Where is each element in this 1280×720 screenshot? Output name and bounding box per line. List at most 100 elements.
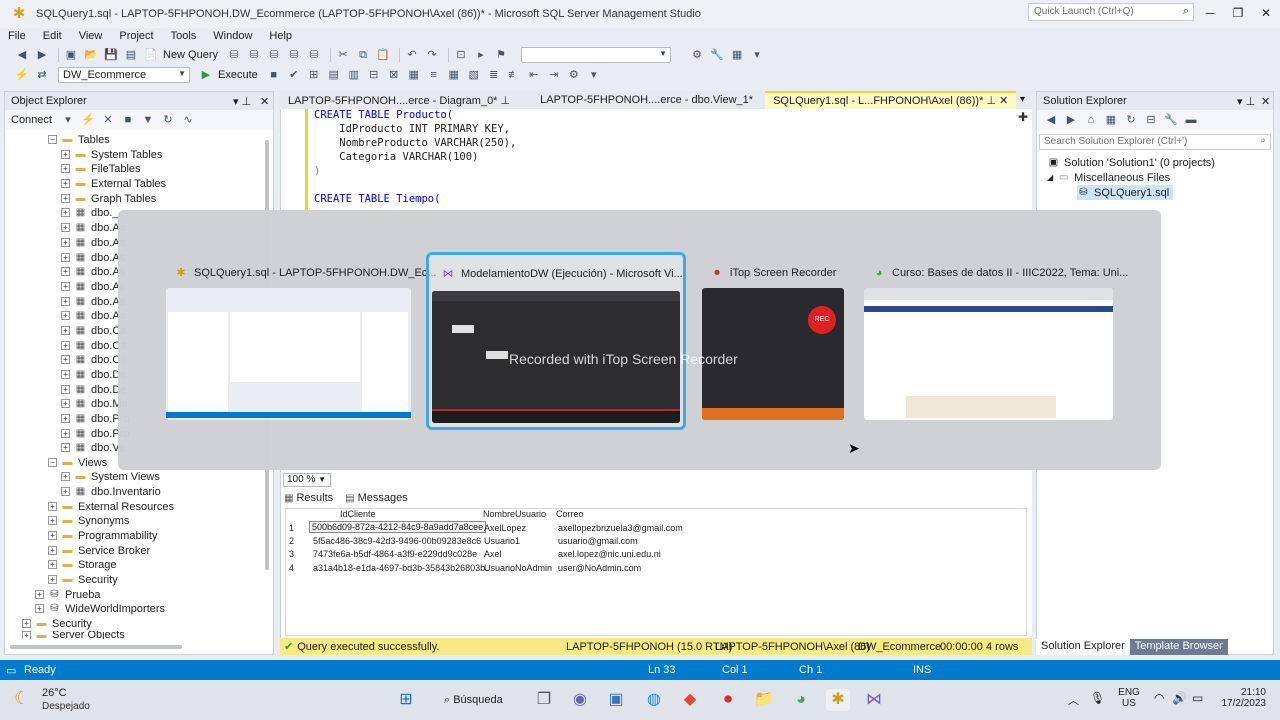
expand-icon[interactable]: + xyxy=(61,414,70,423)
wifi-icon[interactable]: ◠ xyxy=(1154,691,1164,705)
paste-icon[interactable]: 📋 xyxy=(375,47,391,63)
new-query-icon[interactable]: 📄 xyxy=(143,47,159,63)
language-indicator[interactable]: ENG US xyxy=(1118,687,1140,709)
split-editor-icon[interactable]: ✚ xyxy=(1018,110,1028,124)
expand-icon[interactable]: + xyxy=(61,179,70,188)
mdx-query-icon[interactable]: ⛁ xyxy=(246,47,262,63)
more-options-icon[interactable]: ▾ xyxy=(586,67,602,83)
switcher-window-visual-studio[interactable]: ⋈ ModelamientoDW (Ejecución) - Microsoft … xyxy=(426,252,686,430)
results-to-grid-icon[interactable]: ▦ xyxy=(446,67,462,83)
xmla-query-icon[interactable]: ⛁ xyxy=(286,47,302,63)
expand-icon[interactable]: + xyxy=(61,223,70,232)
dax-query-icon[interactable]: ⛁ xyxy=(306,47,322,63)
store-icon[interactable]: ▣ xyxy=(604,689,628,711)
show-hidden-icons[interactable]: ︿ xyxy=(1068,692,1079,708)
tree-item-database-wideworldimporters[interactable]: + ⛁ WideWorldImporters xyxy=(35,601,165,616)
back-icon[interactable]: ◀ xyxy=(14,47,30,63)
execute-icon[interactable]: ▶ xyxy=(198,67,214,83)
expand-icon[interactable]: + xyxy=(61,385,70,394)
weather-desc[interactable]: Despejado xyxy=(42,701,90,712)
expand-icon[interactable]: + xyxy=(61,253,70,262)
tab-sqlquery1[interactable]: SQLQuery1.sql - L...FHPONOH\Axel (86))* … xyxy=(765,91,1017,109)
ssms-taskbar-icon[interactable]: ✱ xyxy=(826,689,850,711)
grid-cell[interactable]: a31a4b18-e1da-4697-bd3b-35843b26803b xyxy=(313,563,485,573)
connect-icon[interactable]: ⚡ xyxy=(14,67,30,83)
grid-cell[interactable]: 500b6d09-872a-4212-84c9-8a9add7a8cee xyxy=(309,521,487,533)
tree-item-table[interactable]: + ▦ dbo.As xyxy=(61,250,125,265)
grid-cell[interactable]: 5f5ac486-38c9-42d3-9496-00b09283e8c6 xyxy=(313,536,481,546)
file-explorer-icon[interactable]: 📁 xyxy=(752,689,776,711)
more-options-icon[interactable]: ▾ xyxy=(749,47,765,63)
tree-item-system-tables[interactable]: + ▬ System Tables xyxy=(61,147,162,162)
expand-icon[interactable]: + xyxy=(48,546,57,555)
grid-cell[interactable]: axel.lopez@nic.uni.edu.ni xyxy=(558,549,661,559)
close-button[interactable]: ✕ xyxy=(1252,4,1280,22)
tree-item-table[interactable]: + ▦ dbo.Ca xyxy=(61,323,126,338)
tree-item-table[interactable]: + ▦ dbo._ xyxy=(61,205,119,220)
connect-button[interactable]: Connect xyxy=(11,114,52,126)
solution-config-dropdown[interactable]: ▼ xyxy=(521,47,672,63)
increase-indent-icon[interactable]: ⇥ xyxy=(546,67,562,83)
debug-target-icon[interactable]: ⚑ xyxy=(493,47,509,63)
pin-icon[interactable]: ⊥ xyxy=(986,95,996,107)
grid-cell[interactable]: Axel xyxy=(484,549,502,559)
tree-item-table[interactable]: + ▦ dbo.De xyxy=(61,382,126,397)
menu-edit[interactable]: Edit xyxy=(43,30,62,42)
disconnect-icon[interactable]: ✕ xyxy=(100,112,116,128)
close-icon[interactable]: ✕ xyxy=(999,95,1008,107)
grid-cell[interactable]: user@NoAdmin.com xyxy=(558,563,641,573)
expand-icon[interactable]: + xyxy=(61,238,70,247)
grid-cell[interactable]: axellopezbrizuela3@gmail.com xyxy=(558,523,683,533)
misc-files-node[interactable]: ◢ ▭ Miscellaneous Files xyxy=(1047,170,1170,185)
expand-icon[interactable]: + xyxy=(61,341,70,350)
tree-item-security[interactable]: + ▬ Security xyxy=(48,572,118,587)
results-to-file-icon[interactable]: ▧ xyxy=(466,67,482,83)
sql-editor[interactable]: CREATE TABLE Producto( IdProducto INT PR… xyxy=(280,109,1032,210)
quick-launch-input[interactable]: Quick Launch (Ctrl+Q) ⌕ xyxy=(1028,3,1194,21)
start-icon[interactable]: ▸ xyxy=(473,47,489,63)
solution-node[interactable]: ▣ Solution 'Solution1' (0 projects) xyxy=(1047,155,1215,170)
dmx-query-icon[interactable]: ⛁ xyxy=(266,47,282,63)
expand-icon[interactable]: + xyxy=(48,560,57,569)
horizontal-scrollbar[interactable] xyxy=(10,645,182,649)
tree-item-table[interactable]: + ▦ dbo.As xyxy=(61,264,125,279)
tree-item-storage[interactable]: + ▬ Storage xyxy=(48,557,117,572)
back-icon[interactable]: ◀ xyxy=(1043,112,1059,128)
grid-cell[interactable]: AxelLopez xyxy=(484,523,526,533)
expand-icon[interactable]: + xyxy=(61,487,70,496)
column-header[interactable]: IdCliente xyxy=(340,509,376,519)
grid-cell[interactable]: Usuario1 xyxy=(484,536,520,546)
stop-icon[interactable]: ■ xyxy=(120,112,136,128)
zoom-dropdown[interactable]: 100 % ▼ xyxy=(283,473,331,487)
forward-icon[interactable]: ▶ xyxy=(34,47,50,63)
taskbar-search[interactable]: ⌕ Búsqueda xyxy=(436,689,524,711)
visual-studio-icon[interactable]: ⋈ xyxy=(862,689,886,711)
menu-window[interactable]: Window xyxy=(213,30,252,42)
expand-icon[interactable]: + xyxy=(61,443,70,452)
tab-diagram[interactable]: LAPTOP-5FHPONOH....erce - Diagram_0* ⊥ xyxy=(280,91,518,109)
results-to-text-icon[interactable]: ≡ xyxy=(426,67,442,83)
switcher-window-ssms[interactable]: ✱ SQLQuery1.sql - LAPTOP-5FHPONOH.DW_Ec..… xyxy=(166,258,436,424)
expand-icon[interactable]: + xyxy=(61,355,70,364)
switcher-window-itop[interactable]: ⏺ iTop Screen Recorder REC xyxy=(702,258,844,424)
forward-icon[interactable]: ▶ xyxy=(1063,112,1079,128)
tab-overflow-icon[interactable]: ▾ xyxy=(1020,94,1025,105)
weather-temp[interactable]: 26°C xyxy=(42,687,67,699)
tree-item-views[interactable]: − ▬ Views xyxy=(48,455,107,470)
solution-explorer-search[interactable]: Search Solution Explorer (Ctrl+') ⌕ xyxy=(1039,134,1271,150)
tab-results[interactable]: ▦ Results xyxy=(284,490,333,506)
tree-item-table[interactable]: + ▦ dbo.As xyxy=(61,235,125,250)
filter-icon[interactable]: ▼ xyxy=(140,112,156,128)
include-plan-icon[interactable]: ⊟ xyxy=(366,67,382,83)
collapse-all-icon[interactable]: ⊟ xyxy=(1143,112,1159,128)
live-stats-icon[interactable]: ⊠ xyxy=(386,67,402,83)
properties-icon[interactable]: ⚙ xyxy=(689,47,705,63)
itop-recorder-icon[interactable]: ⏺ xyxy=(716,689,740,711)
expand-icon[interactable]: + xyxy=(35,604,44,613)
home-icon[interactable]: ⌂ xyxy=(1083,112,1099,128)
db-query-icon[interactable]: ⛁ xyxy=(226,47,242,63)
change-connection-icon[interactable]: ⇄ xyxy=(34,67,50,83)
tree-item-server-objects[interactable]: + ▬ Server Objects xyxy=(22,631,125,639)
expand-icon[interactable]: + xyxy=(61,297,70,306)
display-plan-icon[interactable]: ⊞ xyxy=(306,67,322,83)
